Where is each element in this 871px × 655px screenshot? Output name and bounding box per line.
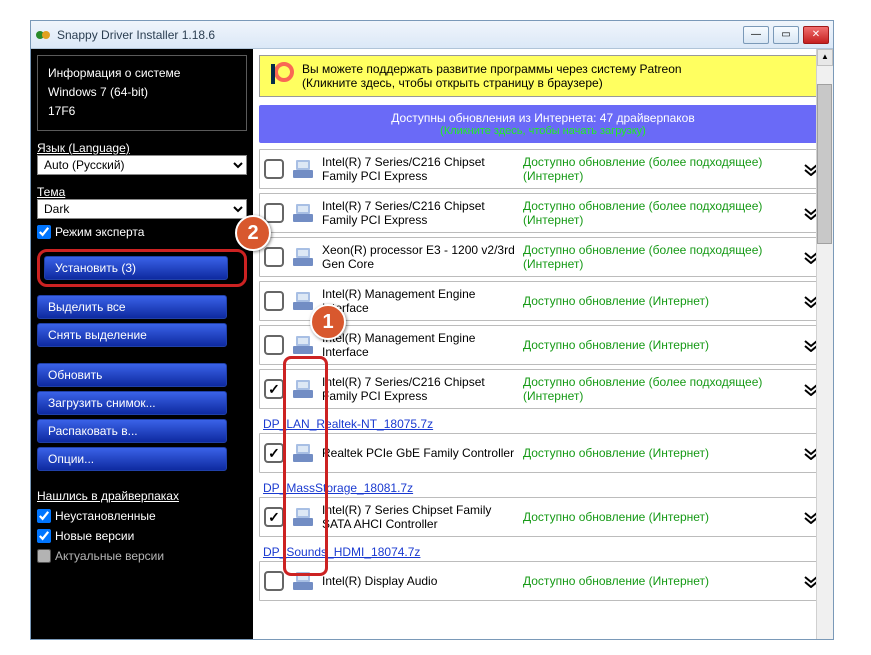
install-button[interactable]: Установить (3) (44, 256, 228, 280)
driver-checkbox[interactable] (264, 159, 284, 179)
driver-status: Доступно обновление (более подходящее) (… (523, 243, 794, 271)
device-icon (290, 504, 316, 530)
driver-name: Intel(R) 7 Series/C216 Chipset Family PC… (322, 375, 517, 403)
theme-select[interactable]: Dark (37, 199, 247, 219)
install-highlight-frame: Установить (3) (37, 249, 247, 287)
window-title: Snappy Driver Installer 1.18.6 (57, 28, 743, 42)
filter-current-row[interactable]: Актуальные версии (37, 549, 247, 563)
patreon-line1: Вы можете поддержать развитие программы … (302, 62, 682, 76)
driver-status: Доступно обновление (Интернет) (523, 574, 794, 588)
driver-status: Доступно обновление (Интернет) (523, 294, 794, 308)
scroll-up-button[interactable]: ▲ (817, 49, 833, 66)
driver-row: Xeon(R) processor E3 - 1200 v2/3rd Gen C… (259, 237, 827, 277)
driver-row: Intel(R) Display Audio Доступно обновлени… (259, 561, 827, 601)
load-snapshot-button[interactable]: Загрузить снимок... (37, 391, 227, 415)
filter-notinstalled-checkbox[interactable] (37, 509, 51, 523)
expert-mode-row[interactable]: Режим эксперта (37, 225, 247, 239)
language-label: Язык (Language) (37, 141, 247, 155)
scrollbar[interactable]: ▲ (816, 49, 833, 639)
device-icon (290, 568, 316, 594)
driver-status: Доступно обновление (Интернет) (523, 446, 794, 460)
driver-row: Intel(R) 7 Series Chipset Family SATA AH… (259, 497, 827, 537)
driver-row: Realtek PCIe GbE Family Controller Доступ… (259, 433, 827, 473)
sidebar: Информация о системе Windows 7 (64-bit) … (31, 49, 253, 639)
expert-mode-label: Режим эксперта (55, 225, 144, 239)
device-icon (290, 376, 316, 402)
driver-checkbox[interactable] (264, 571, 284, 591)
driver-name: Intel(R) 7 Series/C216 Chipset Family PC… (322, 155, 517, 183)
update-banner[interactable]: Доступны обновления из Интернета: 47 дра… (259, 105, 827, 143)
driver-name: Realtek PCIe GbE Family Controller (322, 446, 517, 460)
language-select[interactable]: Auto (Русский) (37, 155, 247, 175)
titlebar: Snappy Driver Installer 1.18.6 — ▭ ✕ (31, 21, 833, 49)
device-icon (290, 156, 316, 182)
filter-current-checkbox[interactable] (37, 549, 51, 563)
driver-name: Intel(R) Management Engine Interface (322, 331, 517, 359)
driver-name: Intel(R) 7 Series Chipset Family SATA AH… (322, 503, 517, 531)
minimize-button[interactable]: — (743, 26, 769, 44)
driver-status: Доступно обновление (более подходящее) (… (523, 155, 794, 183)
update-banner-line2: (Кликните здесь, чтобы начать загрузку) (269, 125, 817, 137)
close-button[interactable]: ✕ (803, 26, 829, 44)
driver-row: Intel(R) Management Engine Interface Дост… (259, 325, 827, 365)
callout-two: 2 (235, 215, 271, 251)
filter-current-label: Актуальные версии (55, 549, 164, 563)
filter-newer-row[interactable]: Новые версии (37, 529, 247, 543)
sysinfo-title: Информация о системе (48, 64, 236, 83)
driver-row: Intel(R) 7 Series/C216 Chipset Family PC… (259, 193, 827, 233)
filter-notinstalled-row[interactable]: Неустановленные (37, 509, 247, 523)
maximize-button[interactable]: ▭ (773, 26, 799, 44)
driver-name: Xeon(R) processor E3 - 1200 v2/3rd Gen C… (322, 243, 517, 271)
patreon-line2: (Кликните здесь, чтобы открыть страницу … (302, 76, 682, 90)
theme-label: Тема (37, 185, 247, 199)
device-icon (290, 332, 316, 358)
driverpack-header-sound[interactable]: DP_Sounds_HDMI_18074.7z (253, 541, 833, 561)
driver-checkbox[interactable] (264, 335, 284, 355)
driver-list-area: Вы можете поддержать развитие программы … (253, 49, 833, 639)
driver-name: Intel(R) 7 Series/C216 Chipset Family PC… (322, 199, 517, 227)
app-icon (35, 27, 51, 43)
driver-checkbox[interactable] (264, 203, 284, 223)
filter-newer-label: Новые версии (55, 529, 134, 543)
device-icon (290, 440, 316, 466)
extract-button[interactable]: Распаковать в... (37, 419, 227, 443)
patreon-banner[interactable]: Вы можете поддержать развитие программы … (259, 55, 827, 97)
select-all-button[interactable]: Выделить все (37, 295, 227, 319)
deselect-all-button[interactable]: Снять выделение (37, 323, 227, 347)
driver-checkbox[interactable] (264, 507, 284, 527)
driver-name: Intel(R) Management Engine Interface (322, 287, 517, 315)
driver-checkbox[interactable] (264, 291, 284, 311)
sysinfo-os: Windows 7 (64-bit) (48, 83, 236, 102)
device-icon (290, 288, 316, 314)
device-icon (290, 200, 316, 226)
driver-row: Intel(R) 7 Series/C216 Chipset Family PC… (259, 369, 827, 409)
driver-status: Доступно обновление (более подходящее) (… (523, 199, 794, 227)
refresh-button[interactable]: Обновить (37, 363, 227, 387)
driverpack-header-lan[interactable]: DP_LAN_Realtek-NT_18075.7z (253, 413, 833, 433)
system-info-box: Информация о системе Windows 7 (64-bit) … (37, 55, 247, 131)
driver-name: Intel(R) Display Audio (322, 574, 517, 588)
filters-title: Нашлись в драйверпаках (37, 489, 247, 503)
driverpack-header-mass[interactable]: DP_MassStorage_18081.7z (253, 477, 833, 497)
filter-newer-checkbox[interactable] (37, 529, 51, 543)
scroll-thumb[interactable] (817, 84, 832, 244)
device-icon (290, 244, 316, 270)
callout-one: 1 (310, 304, 346, 340)
patreon-icon (270, 62, 294, 86)
driver-row: Intel(R) 7 Series/C216 Chipset Family PC… (259, 149, 827, 189)
driver-status: Доступно обновление (более подходящее) (… (523, 375, 794, 403)
filter-notinstalled-label: Неустановленные (55, 509, 156, 523)
driver-status: Доступно обновление (Интернет) (523, 338, 794, 352)
driver-status: Доступно обновление (Интернет) (523, 510, 794, 524)
driver-checkbox[interactable] (264, 247, 284, 267)
sysinfo-id: 17F6 (48, 102, 236, 121)
expert-mode-checkbox[interactable] (37, 225, 51, 239)
driver-checkbox[interactable] (264, 379, 284, 399)
driver-checkbox[interactable] (264, 443, 284, 463)
update-banner-line1: Доступны обновления из Интернета: 47 дра… (269, 111, 817, 125)
options-button[interactable]: Опции... (37, 447, 227, 471)
